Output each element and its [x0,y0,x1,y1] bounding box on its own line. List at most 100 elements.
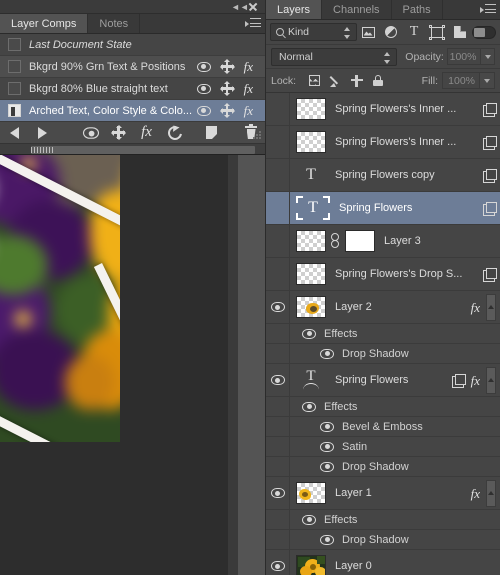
layer-comp-row[interactable]: Bkgrd 80% Blue straight text fx [0,78,265,100]
layer-thumbnail-transparent[interactable] [296,482,326,504]
layers-list[interactable]: Spring Flowers's Inner ... Spring Flower… [266,93,500,575]
eye-icon[interactable] [302,401,316,412]
layer-row[interactable]: Layer 1 fx [266,476,500,510]
layer-effect-row[interactable]: Satin [266,436,500,457]
layer-comp-row[interactable]: Bkgrd 90% Grn Text & Positions fx [0,56,265,78]
comp-apply-checkbox[interactable] [8,82,21,95]
layer-row[interactable]: Layer 2 fx [266,290,500,324]
eye-icon[interactable] [320,348,334,359]
link-mask-icon[interactable] [330,233,341,249]
tab-layers[interactable]: Layers [266,0,323,19]
layer-visibility-toggle[interactable] [266,290,290,324]
comp-apply-checkbox[interactable] [8,60,21,73]
layer-row[interactable]: Layer 0 [266,549,500,575]
layer-thumbnail-transparent[interactable] [296,131,326,153]
layer-row-selected[interactable]: T Spring Flowers [266,191,500,225]
opacity-dropdown-icon[interactable] [481,48,495,65]
layer-visibility-toggle[interactable] [266,158,290,192]
comp-apply-checkbox[interactable] [8,38,21,51]
layer-row[interactable]: Spring Flowers's Inner ... [266,93,500,126]
appearance-fx-icon[interactable]: fx [244,60,253,73]
layer-effects-group-row[interactable]: Effects [266,396,500,417]
fill-dropdown-icon[interactable] [480,72,495,89]
position-icon[interactable] [219,103,235,118]
blend-mode-select[interactable]: Normal [271,47,398,66]
layer-comp-row-selected[interactable]: Arched Text, Color Style & Colo... fx [0,100,265,122]
comp-apply-checkbox-checked[interactable] [8,104,21,117]
filter-kind-select[interactable]: Kind [270,23,357,41]
close-icon[interactable] [247,1,259,13]
previous-comp-button[interactable] [0,122,28,144]
layer-visibility-toggle[interactable] [266,257,290,291]
tab-paths[interactable]: Paths [391,0,443,19]
layer-mask-thumbnail[interactable] [345,230,375,252]
eye-icon[interactable] [320,461,334,472]
layer-visibility-toggle[interactable] [266,93,290,126]
layer-effects-group-row[interactable]: Effects [266,509,500,530]
layer-thumbnail-transparent[interactable] [296,296,326,318]
appearance-fx-icon[interactable]: fx [244,82,253,95]
tab-notes[interactable]: Notes [88,14,141,33]
image-filter-icon[interactable] [357,22,380,43]
position-icon[interactable] [219,59,235,74]
update-layer-comp-button[interactable] [161,122,189,144]
panel-menu-icon[interactable] [245,17,261,30]
opacity-input[interactable]: 100% [446,48,482,65]
visibility-icon[interactable] [196,105,211,116]
warped-type-layer-icon[interactable]: T [296,368,326,391]
layer-visibility-toggle[interactable] [266,476,290,510]
shape-filter-icon[interactable] [426,22,449,43]
next-comp-button[interactable] [28,122,56,144]
layer-effects-fx-icon[interactable]: fx [471,487,480,500]
layer-effect-row[interactable]: Bevel & Emboss [266,416,500,437]
layer-effect-row[interactable]: Drop Shadow [266,456,500,477]
layer-row[interactable]: T Spring Flowers copy [266,158,500,192]
eye-icon[interactable] [302,514,316,525]
layer-thumbnail-photo[interactable] [296,555,326,575]
resize-grip[interactable] [253,131,262,140]
expand-effects-icon[interactable] [486,293,496,321]
layer-visibility-toggle[interactable] [266,224,290,258]
layer-thumbnail-transparent[interactable] [296,263,326,285]
appearance-fx-icon[interactable]: fx [244,104,253,117]
expand-effects-icon[interactable] [486,479,496,507]
layer-comp-row[interactable]: Last Document State [0,34,265,56]
layer-row[interactable]: Spring Flowers's Inner ... [266,125,500,159]
panel-menu-icon[interactable] [480,3,496,16]
layer-visibility-toggle[interactable] [266,191,290,225]
tab-channels[interactable]: Channels [322,0,392,19]
layer-effects-fx-icon[interactable]: fx [471,301,480,314]
layer-effect-row[interactable]: Drop Shadow [266,343,500,364]
scrollbar-thumb[interactable] [31,145,255,154]
adjustment-filter-icon[interactable] [380,22,403,43]
visibility-icon[interactable] [196,61,211,72]
eye-icon[interactable] [320,421,334,432]
horizontal-scrollbar[interactable] [0,143,265,154]
apply-visibility-icon[interactable] [77,122,105,144]
position-icon[interactable] [219,81,235,96]
filter-enable-toggle[interactable] [471,25,496,39]
type-layer-icon[interactable]: T [296,166,326,184]
layer-effect-row[interactable]: Drop Shadow [266,529,500,550]
layer-visibility-toggle[interactable] [266,363,290,397]
eye-icon[interactable] [320,534,334,545]
layer-visibility-toggle[interactable] [266,125,290,159]
eye-icon[interactable] [302,328,316,339]
lock-transparent-pixels-button[interactable] [304,72,325,90]
tab-layer-comps[interactable]: Layer Comps [0,14,89,33]
fill-input[interactable]: 100% [442,72,480,89]
layer-visibility-toggle[interactable] [266,549,290,575]
visibility-icon[interactable] [196,83,211,94]
layer-effects-group-row[interactable]: Effects [266,323,500,344]
type-layer-icon-selected[interactable]: T [296,196,330,220]
type-filter-icon[interactable]: T [403,22,426,43]
apply-position-icon[interactable] [105,122,133,144]
layer-row[interactable]: Layer 3 [266,224,500,258]
collapse-to-icons-icon[interactable]: ◄◄ [231,2,249,12]
lock-image-pixels-button[interactable] [325,72,346,90]
new-layer-comp-button[interactable] [198,122,226,144]
layer-thumbnail-transparent[interactable] [296,98,326,120]
apply-appearance-icon[interactable]: fx [133,122,161,144]
layer-thumbnail-transparent[interactable] [296,230,326,252]
layer-row[interactable]: Spring Flowers's Drop S... [266,257,500,291]
